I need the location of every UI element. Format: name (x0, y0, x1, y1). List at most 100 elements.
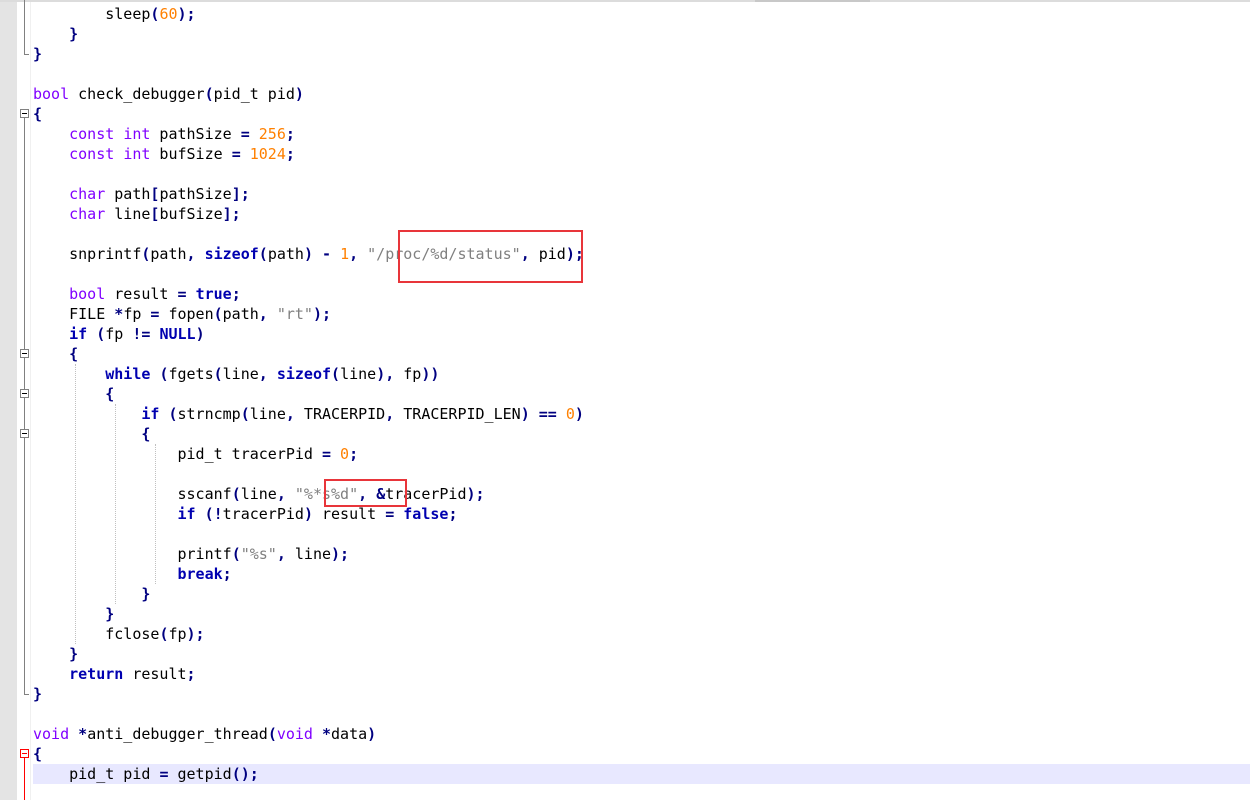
code-token: char (69, 205, 106, 223)
code-line[interactable]: if (strncmp(line, TRACERPID, TRACERPID_L… (33, 404, 584, 424)
code-token: ( (231, 545, 241, 563)
code-token: ) (520, 405, 530, 423)
code-token: ( (258, 245, 268, 263)
code-line[interactable]: { (33, 424, 150, 444)
code-token: fopen (159, 305, 214, 323)
code-token: TRACERPID (294, 405, 386, 423)
code-token: line (240, 485, 277, 503)
code-token: pid_t tracerPid (33, 445, 322, 463)
fold-toggle-icon[interactable] (20, 749, 29, 758)
code-line[interactable]: const int pathSize = 256; (33, 124, 295, 144)
code-line[interactable]: { (33, 744, 42, 764)
code-line[interactable]: sleep(60); (33, 4, 196, 24)
fold-toggle-icon[interactable] (20, 349, 29, 358)
code-line[interactable]: const int bufSize = 1024; (33, 144, 295, 164)
code-token: ]; (222, 205, 241, 223)
code-line[interactable]: } (33, 684, 42, 704)
code-line[interactable]: FILE *fp = fopen(path, "rt"); (33, 304, 331, 324)
code-line[interactable]: } (33, 644, 78, 664)
code-token: fp (123, 305, 151, 323)
code-token: 60 (159, 5, 178, 23)
code-token: ( (240, 405, 250, 423)
code-line[interactable]: char path[pathSize]; (33, 184, 250, 204)
code-token: ); (186, 625, 205, 643)
code-token: result (105, 285, 178, 303)
code-token: bufSize (159, 205, 223, 223)
code-line[interactable]: char line[bufSize]; (33, 204, 241, 224)
code-token: ( (267, 725, 277, 743)
code-token: ); (177, 5, 196, 23)
fold-toggle-icon[interactable] (20, 109, 29, 118)
code-line[interactable]: break; (33, 564, 232, 584)
code-line[interactable]: { (33, 104, 42, 124)
code-line[interactable]: } (33, 584, 150, 604)
code-token: snprintf (33, 245, 142, 263)
code-line[interactable]: if (fp != NULL) (33, 324, 204, 344)
code-token: false (403, 505, 449, 523)
code-line[interactable]: fclose(fp); (33, 624, 205, 644)
code-token: line (340, 365, 377, 383)
code-token: pathSize (159, 185, 232, 203)
code-line[interactable]: pid_t tracerPid = 0; (33, 444, 358, 464)
fold-end-marker (24, 54, 29, 55)
code-line[interactable]: { (33, 384, 114, 404)
code-token: ) (367, 725, 377, 743)
top-rule (0, 0, 1250, 2)
code-token: { (105, 385, 115, 403)
code-token: int (123, 145, 151, 163)
code-token: ; (349, 445, 359, 463)
code-line[interactable]: while (fgets(line, sizeof(line), fp)) (33, 364, 439, 384)
code-token: return (69, 665, 124, 683)
fold-toggle-icon[interactable] (20, 389, 29, 398)
code-token: ), (376, 365, 395, 383)
code-token: getpid (168, 765, 232, 783)
code-token: pid_t pid (33, 765, 160, 783)
code-line[interactable]: sscanf(line, "%*s%d", &tracerPid); (33, 484, 484, 504)
code-token: ( (168, 405, 178, 423)
code-token: = (385, 505, 395, 523)
code-line[interactable]: } (33, 604, 114, 624)
code-line[interactable]: } (33, 24, 78, 44)
code-line[interactable]: } (33, 44, 42, 64)
code-line[interactable]: pid_t pid = getpid(); (33, 764, 259, 784)
code-token: ; (448, 505, 458, 523)
code-token: ) (294, 85, 304, 103)
code-line[interactable]: return result; (33, 664, 195, 684)
code-token: bool (69, 285, 106, 303)
code-token: == (538, 405, 557, 423)
code-line[interactable]: { (33, 344, 78, 364)
code-line[interactable]: void *anti_debugger_thread(void *data) (33, 724, 376, 744)
code-token: result (312, 505, 386, 523)
fold-toggle-icon[interactable] (20, 429, 29, 438)
code-token: { (69, 345, 79, 363)
code-token: "rt" (276, 305, 313, 323)
code-line[interactable]: if (!tracerPid) result = false; (33, 504, 458, 524)
code-token: ; (231, 285, 241, 303)
code-token: pathSize (150, 125, 241, 143)
code-token: line (105, 205, 151, 223)
code-line[interactable]: bool check_debugger(pid_t pid) (33, 84, 304, 104)
code-line[interactable]: printf("%s", line); (33, 544, 349, 564)
code-token: path (105, 185, 151, 203)
code-token: FILE (33, 305, 115, 323)
code-token: = (177, 285, 187, 303)
code-line[interactable]: bool result = true; (33, 284, 241, 304)
code-token: NULL (159, 325, 196, 343)
code-token: * (322, 725, 332, 743)
code-token: bufSize (150, 145, 232, 163)
code-token: line (222, 365, 259, 383)
code-token: { (33, 105, 43, 123)
